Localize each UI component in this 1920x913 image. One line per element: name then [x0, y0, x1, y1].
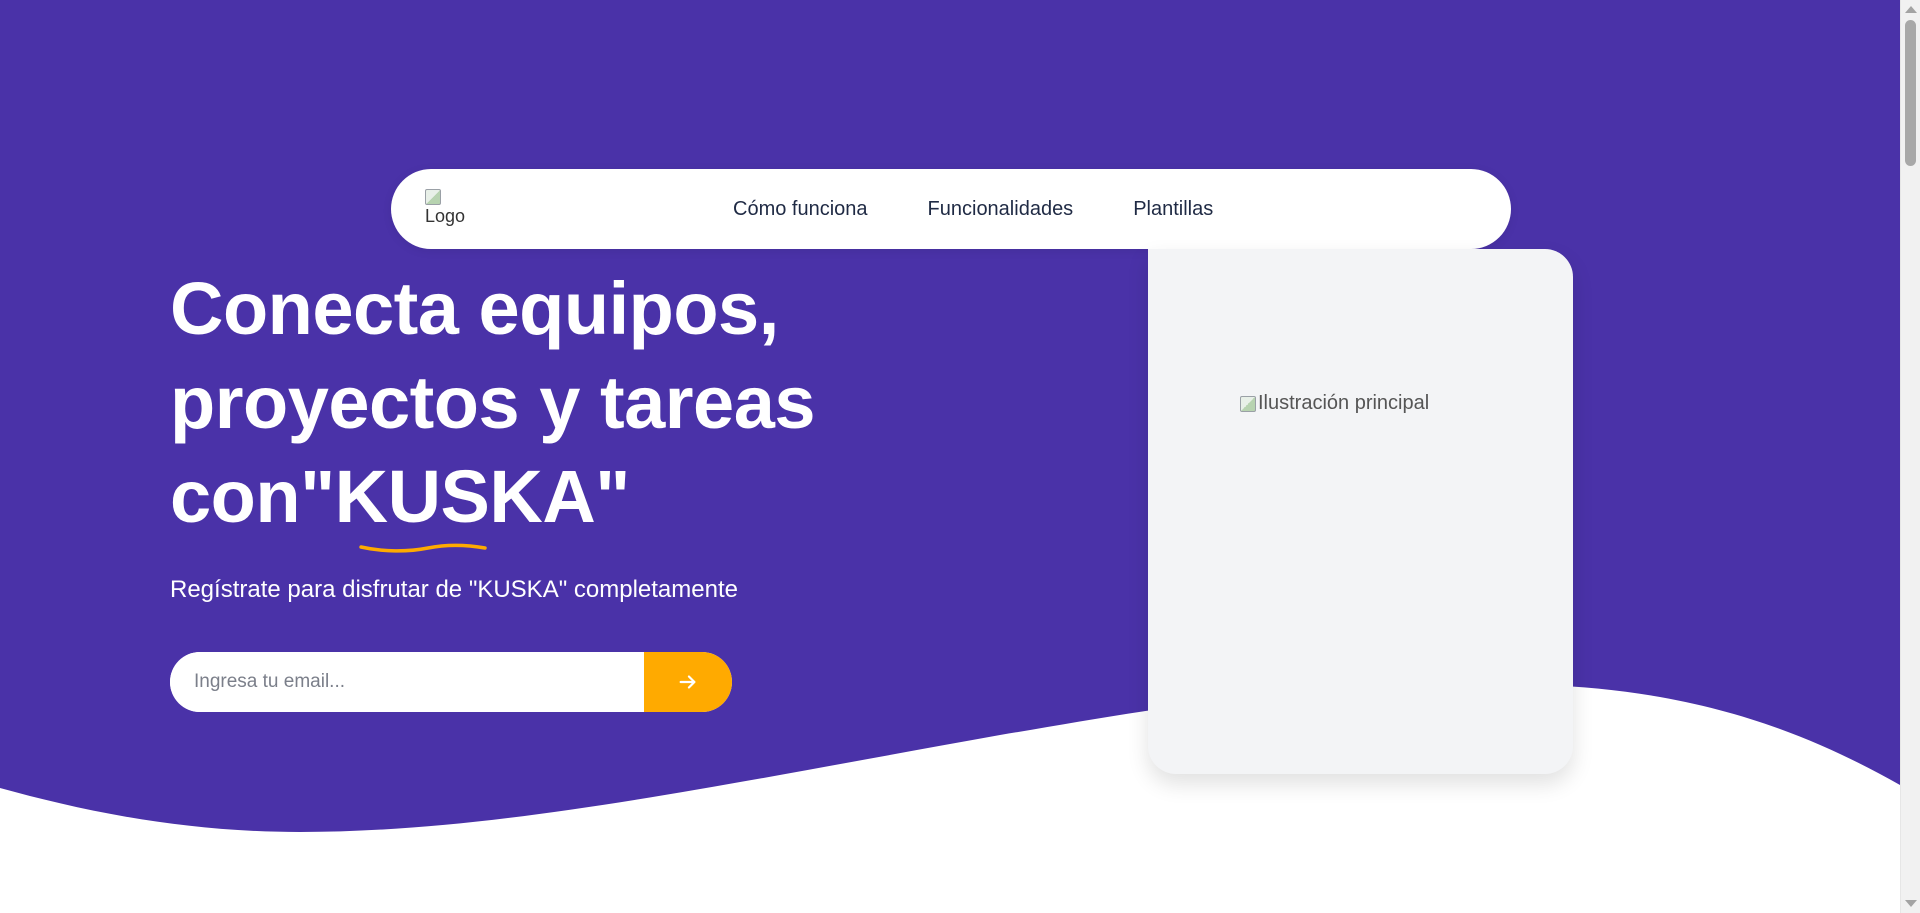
main-illustration: Ilustración principal [1240, 392, 1429, 415]
scroll-thumb[interactable] [1905, 20, 1916, 166]
headline-brand-text: "KUSKA" [300, 455, 630, 538]
nav-links: Cómo funciona Funcionalidades Plantillas [733, 169, 1213, 249]
headline-brand: "KUSKA" [300, 450, 630, 553]
arrow-right-icon [679, 675, 696, 689]
submit-email-button[interactable] [644, 652, 732, 712]
hero-headline: Conecta equipos, proyectos y tareas con"… [170, 262, 930, 553]
logo-link[interactable]: Logo [425, 189, 469, 229]
nav-link-como-funciona[interactable]: Cómo funciona [733, 198, 868, 221]
navbar: Logo Cómo funciona Funcionalidades Plant… [391, 169, 1511, 249]
brand-underline-squiggle [359, 543, 487, 553]
email-input[interactable] [170, 652, 644, 712]
page-scrollbar[interactable] [1900, 0, 1920, 913]
headline-line-3: con"KUSKA" [170, 450, 930, 553]
nav-link-funcionalidades[interactable]: Funcionalidades [928, 198, 1074, 221]
headline-prefix: con [170, 455, 301, 538]
hero-subtitle: Regístrate para disfrutar de "KUSKA" com… [170, 576, 738, 603]
nav-link-plantillas[interactable]: Plantillas [1133, 198, 1213, 221]
page-viewport: Logo Cómo funciona Funcionalidades Plant… [0, 0, 1900, 913]
headline-line-1: Conecta equipos, [170, 267, 779, 350]
headline-line-2: proyectos y tareas [170, 361, 816, 444]
illustration-card: Ilustración principal [1148, 249, 1573, 774]
logo-alt-text: Logo [425, 206, 466, 226]
broken-image-icon [1240, 395, 1256, 412]
scroll-down-arrow-icon[interactable] [1905, 900, 1917, 907]
illustration-alt-text: Ilustración principal [1258, 392, 1430, 414]
scroll-up-arrow-icon[interactable] [1905, 6, 1917, 13]
broken-image-icon [425, 189, 441, 205]
email-signup-form [170, 652, 732, 712]
